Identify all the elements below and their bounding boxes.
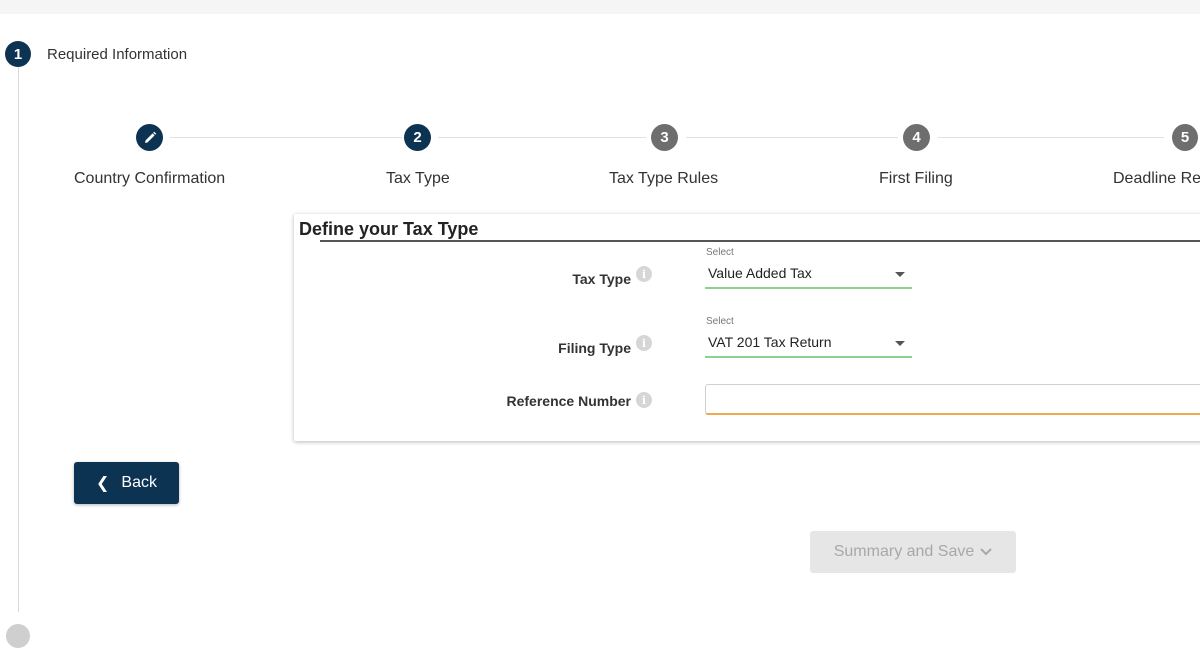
info-icon[interactable]: i xyxy=(636,335,652,351)
next-section-badge xyxy=(6,624,30,648)
step-5-circle[interactable]: 5 xyxy=(1172,124,1198,151)
info-icon[interactable]: i xyxy=(636,392,652,408)
step-1-label[interactable]: Country Confirmation xyxy=(74,170,225,188)
step-4-circle[interactable]: 4 xyxy=(903,124,930,151)
tax-type-panel: Define your Tax Type Tax Type i Select V… xyxy=(294,214,1200,441)
step-2-circle[interactable]: 2 xyxy=(404,124,431,151)
section-timeline-line xyxy=(18,67,19,612)
chevron-left-icon: ❮ xyxy=(96,475,110,492)
step-connector xyxy=(938,137,1164,138)
tax-type-label: Tax Type xyxy=(572,271,631,287)
reference-number-label: Reference Number xyxy=(506,393,632,409)
top-bar xyxy=(0,0,1200,14)
section-number-badge: 1 xyxy=(5,41,31,67)
tax-type-caption: Select xyxy=(706,247,734,258)
tax-type-value: Value Added Tax xyxy=(708,265,812,281)
chevron-down-icon xyxy=(980,545,992,559)
filing-type-select[interactable]: VAT 201 Tax Return xyxy=(705,332,912,358)
panel-title: Define your Tax Type xyxy=(299,219,479,239)
step-4-label[interactable]: First Filing xyxy=(879,170,953,188)
panel-divider xyxy=(320,240,1200,242)
step-5-label[interactable]: Deadline Re xyxy=(1113,170,1200,188)
summary-and-save-button[interactable]: Summary and Save xyxy=(810,531,1016,573)
step-connector xyxy=(170,137,402,138)
filing-type-value: VAT 201 Tax Return xyxy=(708,334,832,350)
back-button-label: Back xyxy=(121,474,157,491)
info-icon[interactable]: i xyxy=(636,266,652,282)
reference-number-input[interactable] xyxy=(705,384,1200,415)
step-connector xyxy=(686,137,898,138)
step-3-label[interactable]: Tax Type Rules xyxy=(609,170,718,188)
back-button[interactable]: ❮ Back xyxy=(74,462,179,504)
tax-type-select[interactable]: Value Added Tax xyxy=(705,263,912,289)
filing-type-caption: Select xyxy=(706,316,734,327)
section-title: Required Information xyxy=(47,45,188,63)
step-1-circle[interactable] xyxy=(136,124,163,151)
step-connector xyxy=(438,137,646,138)
filing-type-label: Filing Type xyxy=(558,340,631,356)
summary-button-label: Summary and Save xyxy=(833,543,975,560)
step-2-label[interactable]: Tax Type xyxy=(386,170,450,188)
section-header[interactable]: 1 Required Information xyxy=(5,41,187,67)
chevron-down-icon xyxy=(895,272,905,277)
chevron-down-icon xyxy=(895,341,905,346)
step-3-circle[interactable]: 3 xyxy=(651,124,678,151)
pencil-icon xyxy=(144,131,156,143)
